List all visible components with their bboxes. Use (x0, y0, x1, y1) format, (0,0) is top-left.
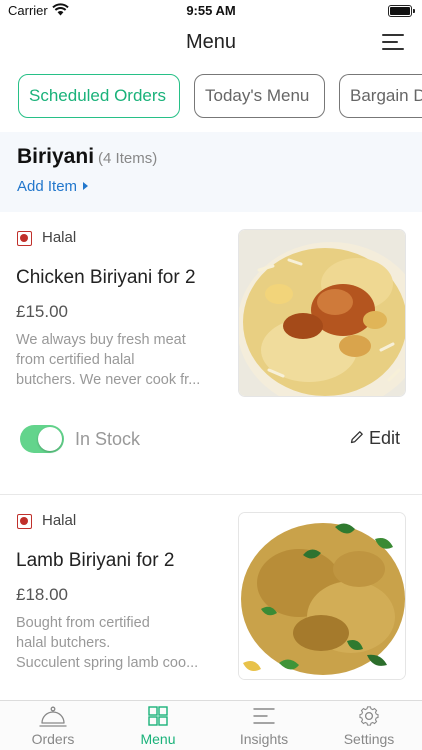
tab-orders[interactable]: Orders (0, 705, 106, 749)
edit-button[interactable]: Edit (350, 428, 400, 449)
category-count: (4 Items) (98, 150, 158, 167)
tab-scheduled-orders[interactable]: Scheduled Orders (18, 74, 180, 118)
item-name: Chicken Biriyani for 2 (16, 267, 196, 288)
halal-badge-icon (17, 514, 32, 529)
grid-icon (148, 706, 168, 726)
add-item-label: Add Item (17, 178, 78, 195)
add-item-link[interactable]: Add Item (17, 178, 89, 195)
lines-icon (253, 708, 275, 724)
category-header: Biriyani (4 Items) Add Item (0, 132, 422, 212)
halal-badge-label: Halal (42, 512, 77, 529)
tab-bar: Orders Menu Insights Settings (0, 700, 422, 750)
category-name: Biriyani (17, 145, 95, 168)
tab-insights-label: Insights (239, 731, 289, 747)
menu-item-card[interactable]: Halal Chicken Biriyani for 2 £15.00 We a… (0, 212, 422, 494)
tab-orders-label: Orders (31, 731, 75, 747)
nav-bar: Menu (0, 22, 422, 64)
stock-row: In Stock Edit (0, 422, 422, 458)
item-description: Bought from certified halal butchers. Su… (16, 615, 199, 671)
category-title: Biriyani (4 Items) (17, 145, 157, 169)
clock: 9:55 AM (186, 3, 236, 18)
caret-right-icon (83, 182, 89, 191)
tab-bargain-deals[interactable]: Bargain Deals (339, 74, 422, 118)
battery-icon (388, 5, 415, 17)
in-stock-toggle[interactable] (20, 425, 64, 453)
status-bar: Carrier 9:55 AM (0, 0, 422, 22)
pencil-icon (350, 431, 363, 444)
tab-insights[interactable]: Insights (211, 705, 317, 749)
chicken-biriyani-photo (238, 229, 406, 397)
lamb-biriyani-photo (238, 512, 406, 680)
item-description: We always buy fresh meat from certified … (16, 332, 201, 388)
tab-todays-menu[interactable]: Today's Menu (194, 74, 325, 118)
page-title: Menu (185, 31, 237, 53)
menu-item-card[interactable]: Halal Lamb Biriyani for 2 £18.00 Bought … (0, 495, 422, 700)
tab-settings-label: Settings (343, 731, 395, 747)
halal-badge-icon (17, 231, 32, 246)
hamburger-menu-icon[interactable] (382, 32, 406, 52)
cloche-icon (39, 706, 67, 727)
tab-menu[interactable]: Menu (105, 705, 211, 749)
item-price: £18.00 (16, 585, 68, 604)
item-price: £15.00 (16, 302, 68, 321)
edit-label: Edit (368, 428, 400, 448)
tab-menu-label: Menu (140, 731, 176, 747)
item-name: Lamb Biriyani for 2 (16, 550, 175, 571)
menu-tabs: Scheduled Orders Today's Menu Bargain De… (0, 70, 422, 126)
gear-icon (359, 706, 379, 726)
halal-badge-label: Halal (42, 229, 77, 246)
tab-settings[interactable]: Settings (316, 705, 422, 749)
stock-label: In Stock (75, 429, 141, 449)
